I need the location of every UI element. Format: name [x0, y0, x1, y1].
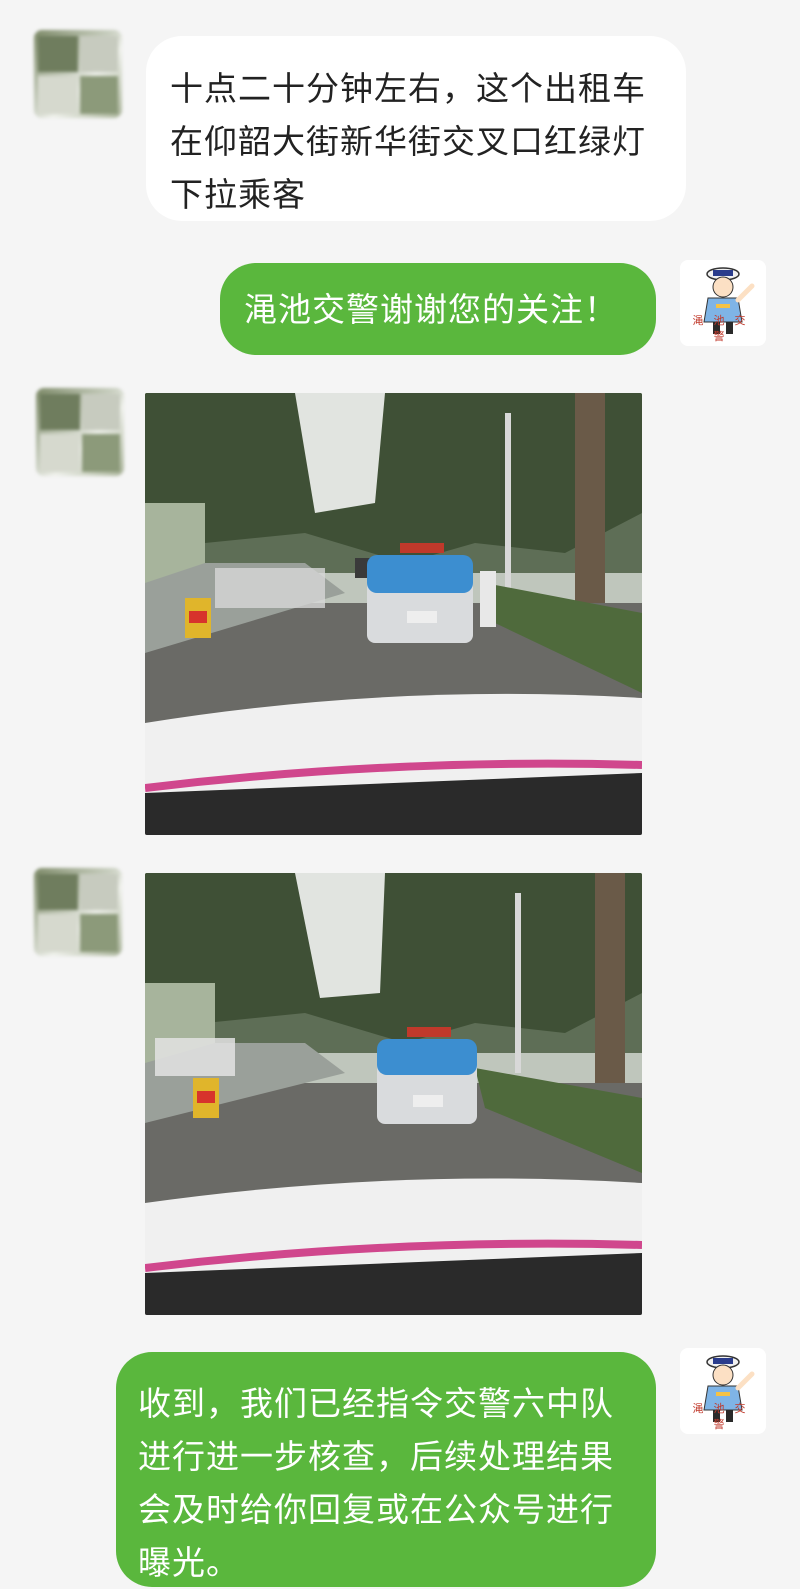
taxi-street-photo-icon — [145, 393, 642, 835]
taxi-street-photo[interactable] — [145, 393, 642, 835]
taxi-street-photo-icon — [145, 873, 642, 1315]
message-bubble-outgoing[interactable]: 渑池交警谢谢您的关注！ — [220, 263, 656, 355]
message-bubble-outgoing[interactable]: 收到，我们已经指令交警六中队 进行进一步核查，后续处理结果 会及时给你回复或在公… — [116, 1352, 656, 1587]
message-text-line: 下拉乘客 — [170, 175, 306, 214]
message-text-line: 收到，我们已经指令交警六中队 — [138, 1384, 614, 1423]
message-text-line: 曝光。 — [138, 1543, 240, 1582]
user-avatar[interactable] — [34, 30, 122, 118]
message-text-line: 在仰韶大街新华街交叉口红绿灯 — [170, 122, 646, 161]
message-text-line: 进行进一步核查，后续处理结果 — [138, 1437, 614, 1476]
traffic-police-avatar[interactable]: 渑池交警 — [680, 1348, 766, 1434]
message-bubble-incoming[interactable]: 十点二十分钟左右，这个出租车 在仰韶大街新华街交叉口红绿灯 下拉乘客 — [146, 36, 686, 221]
avatar-label: 渑池交警 — [692, 1402, 756, 1431]
avatar-label: 渑池交警 — [692, 314, 756, 343]
traffic-police-avatar[interactable]: 渑池交警 — [680, 260, 766, 346]
user-avatar[interactable] — [34, 868, 122, 956]
user-avatar[interactable] — [36, 388, 124, 476]
message-text-line: 渑池交警谢谢您的关注！ — [244, 290, 618, 329]
message-text-line: 十点二十分钟左右，这个出租车 — [170, 69, 646, 108]
taxi-street-photo[interactable] — [145, 873, 642, 1315]
message-text-line: 会及时给你回复或在公众号进行 — [138, 1490, 614, 1529]
